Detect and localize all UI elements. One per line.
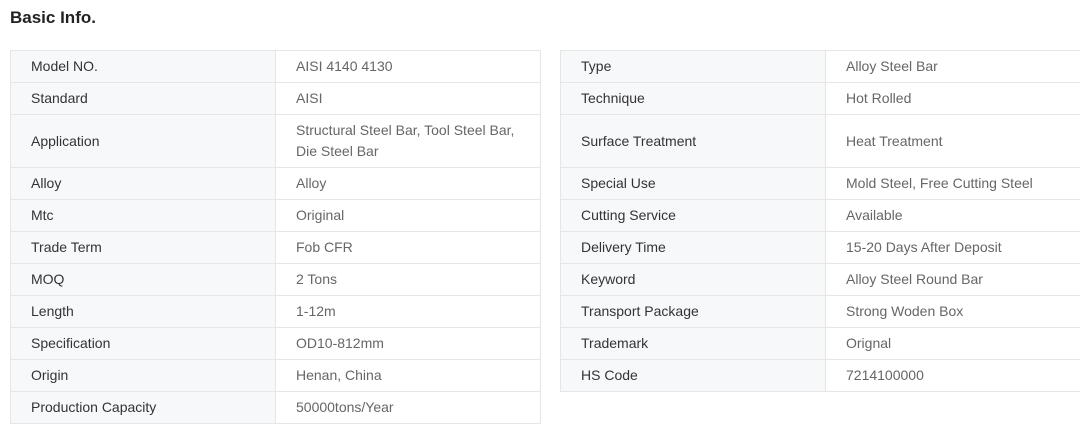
table-row: Production Capacity 50000tons/Year xyxy=(10,391,541,424)
spec-value: OD10-812mm xyxy=(275,327,541,360)
table-row: HS Code 7214100000 xyxy=(560,359,1080,392)
table-row: Trademark Orignal xyxy=(560,327,1080,360)
table-row: Type Alloy Steel Bar xyxy=(560,50,1080,83)
spec-label: Production Capacity xyxy=(10,391,276,424)
spec-label: Trade Term xyxy=(10,231,276,264)
spec-label: HS Code xyxy=(560,359,826,392)
spec-label: Origin xyxy=(10,359,276,392)
spec-label: Model NO. xyxy=(10,50,276,83)
spec-label: Type xyxy=(560,50,826,83)
spec-value: 7214100000 xyxy=(825,359,1080,392)
spec-label: MOQ xyxy=(10,263,276,296)
table-row: Delivery Time 15-20 Days After Deposit xyxy=(560,231,1080,264)
spec-value: Heat Treatment xyxy=(825,114,1080,168)
spec-value: AISI 4140 4130 xyxy=(275,50,541,83)
section-title: Basic Info. xyxy=(10,8,96,27)
spec-value: Structural Steel Bar, Tool Steel Bar, Di… xyxy=(275,114,541,168)
spec-label: Trademark xyxy=(560,327,826,360)
spec-label: Technique xyxy=(560,82,826,115)
spec-label: Delivery Time xyxy=(560,231,826,264)
spec-label: Length xyxy=(10,295,276,328)
spec-value: Fob CFR xyxy=(275,231,541,264)
table-row: Keyword Alloy Steel Round Bar xyxy=(560,263,1080,296)
table-row: Model NO. AISI 4140 4130 xyxy=(10,50,541,83)
table-row: Application Structural Steel Bar, Tool S… xyxy=(10,114,541,168)
spec-label: Surface Treatment xyxy=(560,114,826,168)
spec-value: Strong Woden Box xyxy=(825,295,1080,328)
spec-value: 1-12m xyxy=(275,295,541,328)
spec-label: Transport Package xyxy=(560,295,826,328)
table-row: Cutting Service Available xyxy=(560,199,1080,232)
spec-table-left: Model NO. AISI 4140 4130 Standard AISI A… xyxy=(10,50,541,424)
spec-value: Mold Steel, Free Cutting Steel xyxy=(825,167,1080,200)
spec-value: Hot Rolled xyxy=(825,82,1080,115)
table-row: Length 1-12m xyxy=(10,295,541,328)
spec-value: Alloy xyxy=(275,167,541,200)
table-row: Alloy Alloy xyxy=(10,167,541,200)
table-row: Special Use Mold Steel, Free Cutting Ste… xyxy=(560,167,1080,200)
spec-value: Available xyxy=(825,199,1080,232)
spec-value: Alloy Steel Round Bar xyxy=(825,263,1080,296)
table-row: Transport Package Strong Woden Box xyxy=(560,295,1080,328)
spec-value: 2 Tons xyxy=(275,263,541,296)
spec-table-right: Type Alloy Steel Bar Technique Hot Rolle… xyxy=(560,50,1080,392)
spec-value: 50000tons/Year xyxy=(275,391,541,424)
spec-value: Original xyxy=(275,199,541,232)
table-row: Origin Henan, China xyxy=(10,359,541,392)
spec-label: Keyword xyxy=(560,263,826,296)
spec-value: AISI xyxy=(275,82,541,115)
table-row: Specification OD10-812mm xyxy=(10,327,541,360)
table-row: Standard AISI xyxy=(10,82,541,115)
spec-label: Specification xyxy=(10,327,276,360)
spec-label: Cutting Service xyxy=(560,199,826,232)
table-row: MOQ 2 Tons xyxy=(10,263,541,296)
spec-label: Application xyxy=(10,114,276,168)
spec-label: Special Use xyxy=(560,167,826,200)
spec-label: Alloy xyxy=(10,167,276,200)
table-row: Technique Hot Rolled xyxy=(560,82,1080,115)
table-row: Surface Treatment Heat Treatment xyxy=(560,114,1080,168)
table-row: Trade Term Fob CFR xyxy=(10,231,541,264)
spec-label: Mtc xyxy=(10,199,276,232)
spec-value: Alloy Steel Bar xyxy=(825,50,1080,83)
spec-label: Standard xyxy=(10,82,276,115)
spec-value: Orignal xyxy=(825,327,1080,360)
spec-value: 15-20 Days After Deposit xyxy=(825,231,1080,264)
table-row: Mtc Original xyxy=(10,199,541,232)
spec-value: Henan, China xyxy=(275,359,541,392)
